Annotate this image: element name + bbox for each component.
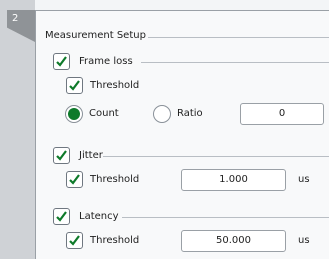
frame-loss-threshold-checkbox[interactable] (66, 77, 83, 94)
jitter-threshold-checkbox[interactable] (66, 171, 83, 188)
frame-loss-value-field[interactable]: 0 (240, 103, 324, 125)
latency-checkbox[interactable] (53, 208, 70, 225)
jitter-value-field[interactable]: 1.000 (181, 169, 286, 191)
frame-loss-checkbox[interactable] (53, 53, 70, 70)
jitter-threshold-label: Threshold (90, 174, 140, 185)
latency-threshold-checkbox[interactable] (66, 232, 83, 249)
count-radio-label: Count (89, 108, 119, 119)
jitter-label: Jitter (79, 150, 103, 161)
ratio-radio-label: Ratio (177, 108, 203, 119)
checkmark-icon (56, 211, 67, 222)
frame-loss-rule (141, 62, 329, 63)
jitter-rule (103, 156, 329, 157)
step-number: 2 (12, 13, 19, 24)
latency-rule (122, 217, 329, 218)
ratio-radio[interactable] (153, 105, 171, 123)
frame-loss-threshold-label: Threshold (90, 80, 140, 91)
latency-threshold-label: Threshold (90, 235, 140, 246)
latency-label: Latency (79, 211, 119, 222)
checkmark-icon (56, 56, 67, 67)
measurement-setup-panel: Measurement Setup Frame loss Threshold C… (35, 10, 329, 259)
checkmark-icon (69, 174, 80, 185)
section-title: Measurement Setup (45, 30, 146, 41)
jitter-checkbox[interactable] (53, 147, 70, 164)
latency-unit: us (298, 235, 310, 246)
count-radio[interactable] (65, 105, 83, 123)
checkmark-icon (69, 80, 80, 91)
latency-value-field[interactable]: 50.000 (181, 230, 286, 252)
checkmark-icon (56, 150, 67, 161)
jitter-unit: us (298, 174, 310, 185)
section-title-rule (148, 37, 329, 38)
frame-loss-label: Frame loss (79, 56, 133, 67)
checkmark-icon (69, 235, 80, 246)
